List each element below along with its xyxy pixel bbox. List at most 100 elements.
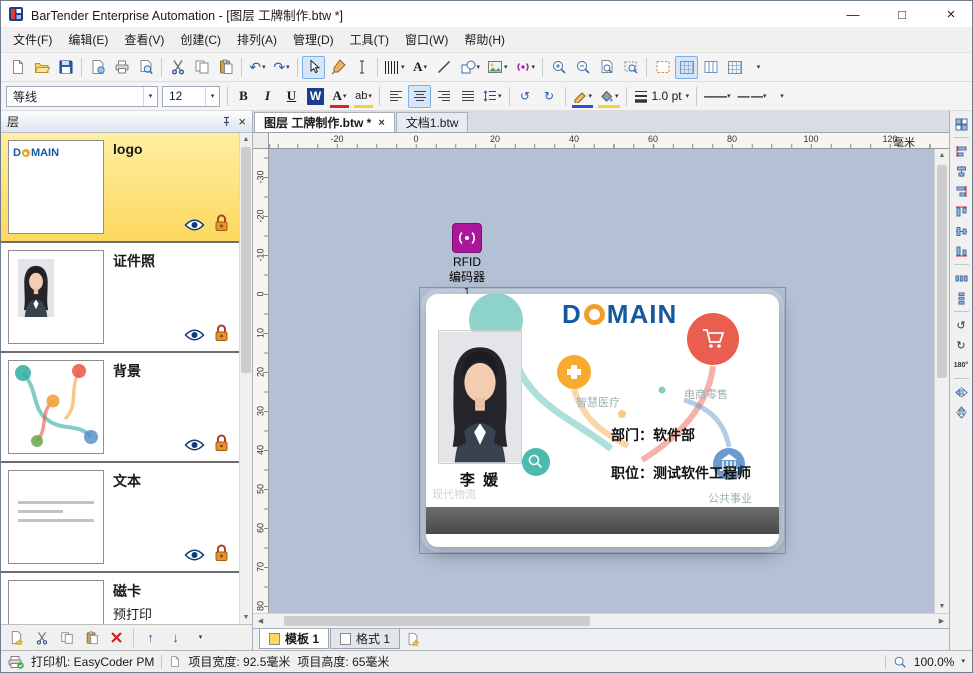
add-template-button[interactable] bbox=[401, 629, 424, 649]
font-color-button[interactable]: A▾ bbox=[328, 85, 351, 108]
cut-button[interactable] bbox=[166, 56, 189, 79]
align-middle-button[interactable] bbox=[952, 222, 971, 240]
align-left-edges-button[interactable] bbox=[952, 142, 971, 160]
layer-item-text[interactable]: 文本 bbox=[1, 463, 239, 573]
employee-name-object[interactable]: 李 媛 bbox=[432, 469, 528, 490]
doc-tab-close-icon[interactable]: × bbox=[378, 117, 384, 129]
maximize-button[interactable]: □ bbox=[881, 1, 923, 27]
word-format-button[interactable]: W bbox=[304, 85, 327, 108]
save-button[interactable] bbox=[54, 56, 77, 79]
font-name-dropdown-icon[interactable]: ▾ bbox=[143, 87, 157, 106]
layer-lock-icon[interactable] bbox=[214, 324, 229, 342]
h-scrollbar-thumb[interactable] bbox=[284, 616, 590, 626]
doc-tab-active[interactable]: 图层 工牌制作.btw * × bbox=[254, 112, 395, 132]
font-size-combo[interactable]: 12 ▾ bbox=[162, 86, 220, 107]
v-scrollbar-thumb[interactable] bbox=[937, 165, 947, 378]
zoom-level-value[interactable]: 100.0% bbox=[914, 655, 955, 669]
line-spacing-button[interactable]: ▾ bbox=[480, 85, 505, 108]
layer-visibility-eye-icon[interactable] bbox=[184, 328, 205, 342]
zoom-region-button[interactable] bbox=[619, 56, 642, 79]
highlight-color-button[interactable]: ab▾ bbox=[352, 85, 375, 108]
layers-scrollbar-thumb[interactable] bbox=[241, 147, 251, 373]
barcode-tool-button[interactable]: ▾ bbox=[382, 56, 408, 79]
card-bottom-band-object[interactable] bbox=[426, 507, 779, 534]
page-setup-button[interactable] bbox=[86, 56, 109, 79]
align-justify-button[interactable] bbox=[456, 85, 479, 108]
layer-visibility-eye-icon[interactable] bbox=[184, 548, 205, 562]
menu-edit[interactable]: 编辑(E) bbox=[60, 27, 116, 52]
align-left-button[interactable] bbox=[384, 85, 407, 108]
zoom-dropdown-icon[interactable]: ▾ bbox=[961, 658, 965, 665]
layers-more-button[interactable]: ▾ bbox=[189, 626, 212, 649]
scroll-down-arrow[interactable]: ▼ bbox=[240, 611, 252, 624]
department-line-object[interactable]: 部门：软件部 bbox=[611, 425, 695, 445]
underline-button[interactable]: U bbox=[280, 85, 303, 108]
menu-view[interactable]: 查看(V) bbox=[116, 27, 172, 52]
redo-button[interactable]: ↷▾ bbox=[270, 56, 293, 79]
layer-item-photo[interactable]: 证件照 bbox=[1, 243, 239, 353]
layer-visibility-eye-icon[interactable] bbox=[184, 438, 205, 452]
align-bottom-edges-button[interactable] bbox=[952, 242, 971, 260]
panel-close-icon[interactable]: × bbox=[238, 114, 246, 129]
layer-lock-icon[interactable] bbox=[214, 544, 229, 562]
copy-button[interactable] bbox=[190, 56, 213, 79]
italic-button[interactable]: I bbox=[256, 85, 279, 108]
font-size-dropdown-icon[interactable]: ▾ bbox=[205, 87, 219, 106]
zoom-in-button[interactable] bbox=[547, 56, 570, 79]
text-tool-button[interactable]: A▾ bbox=[409, 56, 432, 79]
align-center-button[interactable] bbox=[408, 85, 431, 108]
layer-paste-button[interactable] bbox=[80, 626, 103, 649]
print-preview-button[interactable] bbox=[134, 56, 157, 79]
scroll-down-arrow[interactable]: ▼ bbox=[935, 600, 949, 613]
menu-window[interactable]: 窗口(W) bbox=[397, 27, 456, 52]
layer-lock-icon[interactable] bbox=[214, 434, 229, 452]
template-tab[interactable]: 模板 1 bbox=[259, 629, 329, 649]
rotate-right-button[interactable]: ↻ bbox=[952, 336, 971, 354]
open-button[interactable] bbox=[30, 56, 53, 79]
align-right-button[interactable] bbox=[432, 85, 455, 108]
move-layer-down-button[interactable]: ↓ bbox=[164, 626, 187, 649]
paste-button[interactable] bbox=[214, 56, 237, 79]
encoder-tool-button[interactable]: ▾ bbox=[512, 56, 539, 79]
move-layer-up-button[interactable]: ↑ bbox=[139, 626, 162, 649]
menu-help[interactable]: 帮助(H) bbox=[456, 27, 513, 52]
layer-lock-icon[interactable] bbox=[214, 214, 229, 232]
add-layer-button[interactable] bbox=[5, 626, 28, 649]
scroll-up-arrow[interactable]: ▲ bbox=[935, 149, 949, 162]
rotate-text-ccw-button[interactable]: ↺ bbox=[514, 85, 537, 108]
select-tool-button[interactable] bbox=[302, 56, 325, 79]
flip-vertical-button[interactable] bbox=[952, 403, 971, 421]
undo-button[interactable]: ↶▾ bbox=[246, 56, 269, 79]
layer-item-logo[interactable]: DMAIN logo bbox=[1, 133, 239, 243]
id-photo-object[interactable] bbox=[438, 330, 522, 464]
canvas-vertical-scrollbar[interactable]: ▲ ▼ bbox=[934, 149, 949, 613]
zoom-page-button[interactable] bbox=[595, 56, 618, 79]
toolbar-overflow-button[interactable]: ▾ bbox=[747, 56, 770, 79]
line-color-button[interactable]: ▾ bbox=[570, 85, 596, 108]
layer-item-background[interactable]: 背景 bbox=[1, 353, 239, 463]
line-tool-button[interactable] bbox=[433, 56, 456, 79]
badge-card-object[interactable]: 智慧医疗 电商零售 现代物流 公共事业 D MAIN bbox=[426, 294, 779, 547]
fill-color-button[interactable]: ▾ bbox=[596, 85, 622, 108]
align-top-edges-button[interactable] bbox=[952, 202, 971, 220]
text-edit-tool-button[interactable] bbox=[350, 56, 373, 79]
layer-visibility-eye-icon[interactable] bbox=[184, 218, 205, 232]
zoom-out-button[interactable] bbox=[571, 56, 594, 79]
layer-cut-button[interactable] bbox=[30, 626, 53, 649]
flip-horizontal-button[interactable] bbox=[952, 383, 971, 401]
doc-tab-inactive[interactable]: 文档1.btw bbox=[396, 112, 469, 132]
design-canvas[interactable]: RFID 编码器 1 bbox=[269, 149, 934, 613]
menu-create[interactable]: 创建(C) bbox=[172, 27, 229, 52]
align-right-edges-button[interactable] bbox=[952, 182, 971, 200]
menu-manage[interactable]: 管理(D) bbox=[285, 27, 342, 52]
view-boundaries-button[interactable] bbox=[651, 56, 674, 79]
menu-file[interactable]: 文件(F) bbox=[5, 27, 60, 52]
format-tab[interactable]: 格式 1 bbox=[330, 629, 400, 649]
print-button[interactable] bbox=[110, 56, 133, 79]
domain-logo-object[interactable]: D MAIN bbox=[562, 299, 677, 330]
rotate-text-cw-button[interactable]: ↻ bbox=[538, 85, 561, 108]
line-style-button[interactable]: ——▾ bbox=[701, 85, 734, 108]
pin-icon[interactable] bbox=[221, 116, 232, 127]
bold-button[interactable]: B bbox=[232, 85, 255, 108]
view-grid-button[interactable] bbox=[675, 56, 698, 79]
